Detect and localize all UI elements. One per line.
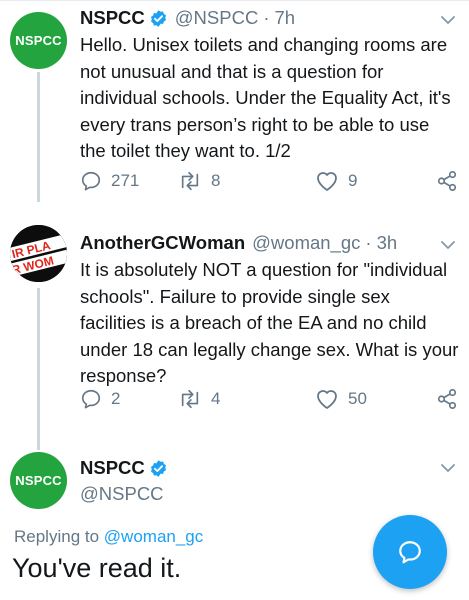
like-count: 9 [348, 171, 358, 190]
timestamp[interactable]: 3h [377, 232, 398, 254]
like-count: 50 [348, 389, 367, 408]
like-icon [317, 172, 337, 191]
display-name[interactable]: NSPCC [80, 7, 145, 29]
avatar[interactable]: NSPCC [10, 12, 67, 69]
share-icon [437, 171, 457, 191]
replying-to: Replying to @woman_gc [14, 527, 203, 547]
tweet-text: It is absolutely NOT a question for "ind… [80, 259, 459, 386]
reply-icon [81, 389, 101, 409]
reply-count: 2 [111, 389, 121, 408]
like-button[interactable]: 50 [315, 388, 367, 410]
display-name[interactable]: AnotherGCWoman [80, 232, 245, 254]
chevron-down-icon[interactable] [440, 237, 456, 253]
tweet-nspcc-1[interactable]: NSPCC NSPCC @NSPCC · 7h Hello. Unisex to… [0, 0, 469, 210]
reply-icon [81, 171, 101, 191]
share-button[interactable] [436, 170, 458, 192]
share-button[interactable] [436, 388, 458, 410]
retweet-count: 8 [211, 171, 221, 190]
tweet-header: NSPCC @NSPCC · 7h [80, 7, 295, 29]
reply-button[interactable]: 271 [80, 170, 139, 192]
chevron-down-icon[interactable] [440, 12, 456, 28]
share-icon [437, 389, 457, 409]
tweet-header: AnotherGCWoman @woman_gc · 3h [80, 232, 397, 254]
separator: · [365, 232, 372, 253]
avatar[interactable]: IR PLA R WOM [10, 225, 67, 282]
retweet-icon [181, 389, 199, 409]
retweet-button[interactable]: 4 [178, 388, 220, 410]
retweet-count: 4 [211, 389, 221, 408]
reply-count: 271 [111, 171, 140, 190]
separator: · [263, 7, 270, 28]
retweet-icon [181, 171, 199, 191]
thread-line [37, 288, 40, 450]
timestamp[interactable]: 7h [274, 7, 295, 29]
display-name[interactable]: NSPCC [80, 457, 145, 479]
chevron-down-icon[interactable] [440, 460, 456, 476]
verified-badge-icon [150, 9, 166, 27]
avatar-banner-image: IR PLA R WOM [10, 225, 67, 282]
tweet-actions: 271 8 9 [80, 170, 460, 196]
tweet-anothergcwoman[interactable]: IR PLA R WOM AnotherGCWoman @woman_gc · … [0, 210, 469, 450]
tweet-actions: 2 4 50 [80, 388, 460, 414]
like-icon [317, 390, 337, 409]
avatar-label: NSPCC [15, 473, 62, 488]
replying-prefix: Replying to [14, 527, 100, 546]
tweet-header: NSPCC [80, 457, 168, 479]
tweet-text: You've read it. [12, 553, 182, 583]
compose-reply-button[interactable] [373, 515, 447, 589]
verified-badge-icon [150, 459, 166, 477]
avatar-label: NSPCC [15, 33, 62, 48]
reply-button[interactable]: 2 [80, 388, 120, 410]
thread-line [37, 72, 40, 202]
replying-mention[interactable]: @woman_gc [104, 527, 203, 546]
user-handle[interactable]: @NSPCC [80, 483, 164, 505]
retweet-button[interactable]: 8 [178, 170, 220, 192]
handle-row: @NSPCC [80, 483, 164, 505]
compose-reply-icon [399, 541, 421, 564]
tweet-text: Hello. Unisex toilets and changing rooms… [80, 34, 451, 161]
like-button[interactable]: 9 [315, 170, 357, 192]
user-handle[interactable]: @woman_gc [252, 232, 360, 254]
avatar[interactable]: NSPCC [10, 452, 67, 509]
user-handle[interactable]: @NSPCC [175, 7, 259, 29]
